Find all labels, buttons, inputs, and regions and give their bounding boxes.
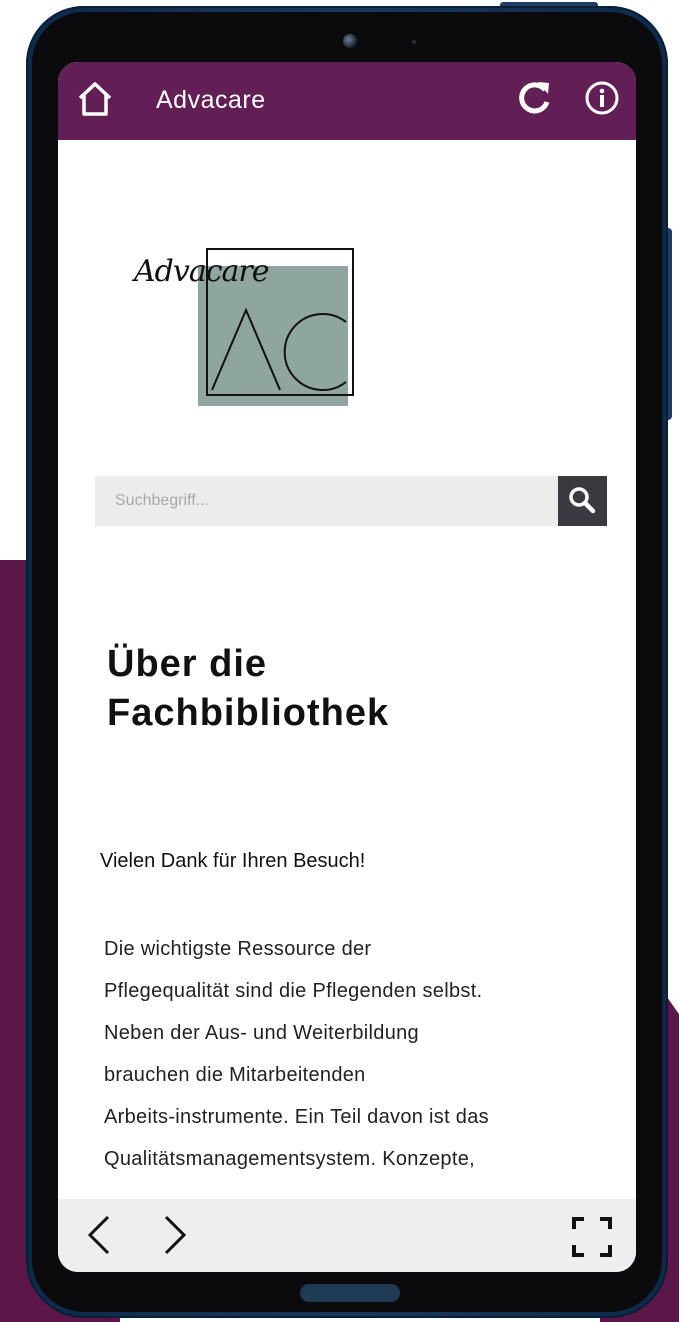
home-icon	[78, 82, 112, 116]
page-title-line2: Fachbibliothek	[107, 692, 390, 734]
paragraph-line: brauchen die Mitarbeitenden	[104, 1064, 366, 1086]
chevron-left-icon	[87, 1215, 110, 1255]
fullscreen-button[interactable]	[570, 1215, 614, 1259]
search-bar	[95, 476, 607, 526]
fullscreen-icon	[572, 1217, 612, 1257]
app-bar: Advacare	[58, 62, 636, 140]
logo-monogram	[211, 307, 347, 391]
back-button[interactable]	[82, 1211, 116, 1259]
chevron-right-icon	[164, 1215, 187, 1255]
paragraph-line: Die wichtigste Ressource der	[104, 938, 372, 960]
front-camera-icon	[343, 34, 357, 48]
thanks-text: Vielen Dank für Ihren Besuch!	[100, 850, 366, 872]
paragraph-line: Arbeits-instrumente. Ein Teil davon ist …	[104, 1106, 489, 1128]
bottom-toolbar	[58, 1199, 636, 1272]
app-screen: Advacare Advacare Suchbegriff... Über di…	[58, 62, 636, 1272]
brand-logo: Advacare	[134, 246, 364, 406]
search-icon	[569, 487, 596, 514]
logo-script-text: Advacare	[134, 254, 269, 289]
search-button[interactable]	[558, 476, 607, 526]
search-input[interactable]	[95, 476, 558, 526]
forward-button[interactable]	[158, 1211, 192, 1259]
paragraph-line: Qualitätsmanagementsystem. Konzepte,	[104, 1148, 475, 1170]
info-icon	[585, 81, 619, 115]
paragraph-line: Neben der Aus- und Weiterbildung	[104, 1022, 419, 1044]
paragraph-line: Pflegequalität sind die Pflegenden selbs…	[104, 980, 483, 1002]
page-title: Über die Fachbibliothek	[107, 640, 587, 738]
home-indicator	[300, 1284, 400, 1302]
sensor-dot	[412, 40, 416, 44]
info-button[interactable]	[584, 80, 620, 116]
intro-paragraph: Die wichtigste Ressource der Pflegequali…	[104, 928, 614, 1180]
home-button[interactable]	[76, 80, 114, 118]
refresh-icon	[519, 82, 550, 114]
page-title-line1: Über die	[107, 643, 268, 685]
app-title: Advacare	[156, 86, 266, 114]
refresh-button[interactable]	[514, 78, 554, 118]
